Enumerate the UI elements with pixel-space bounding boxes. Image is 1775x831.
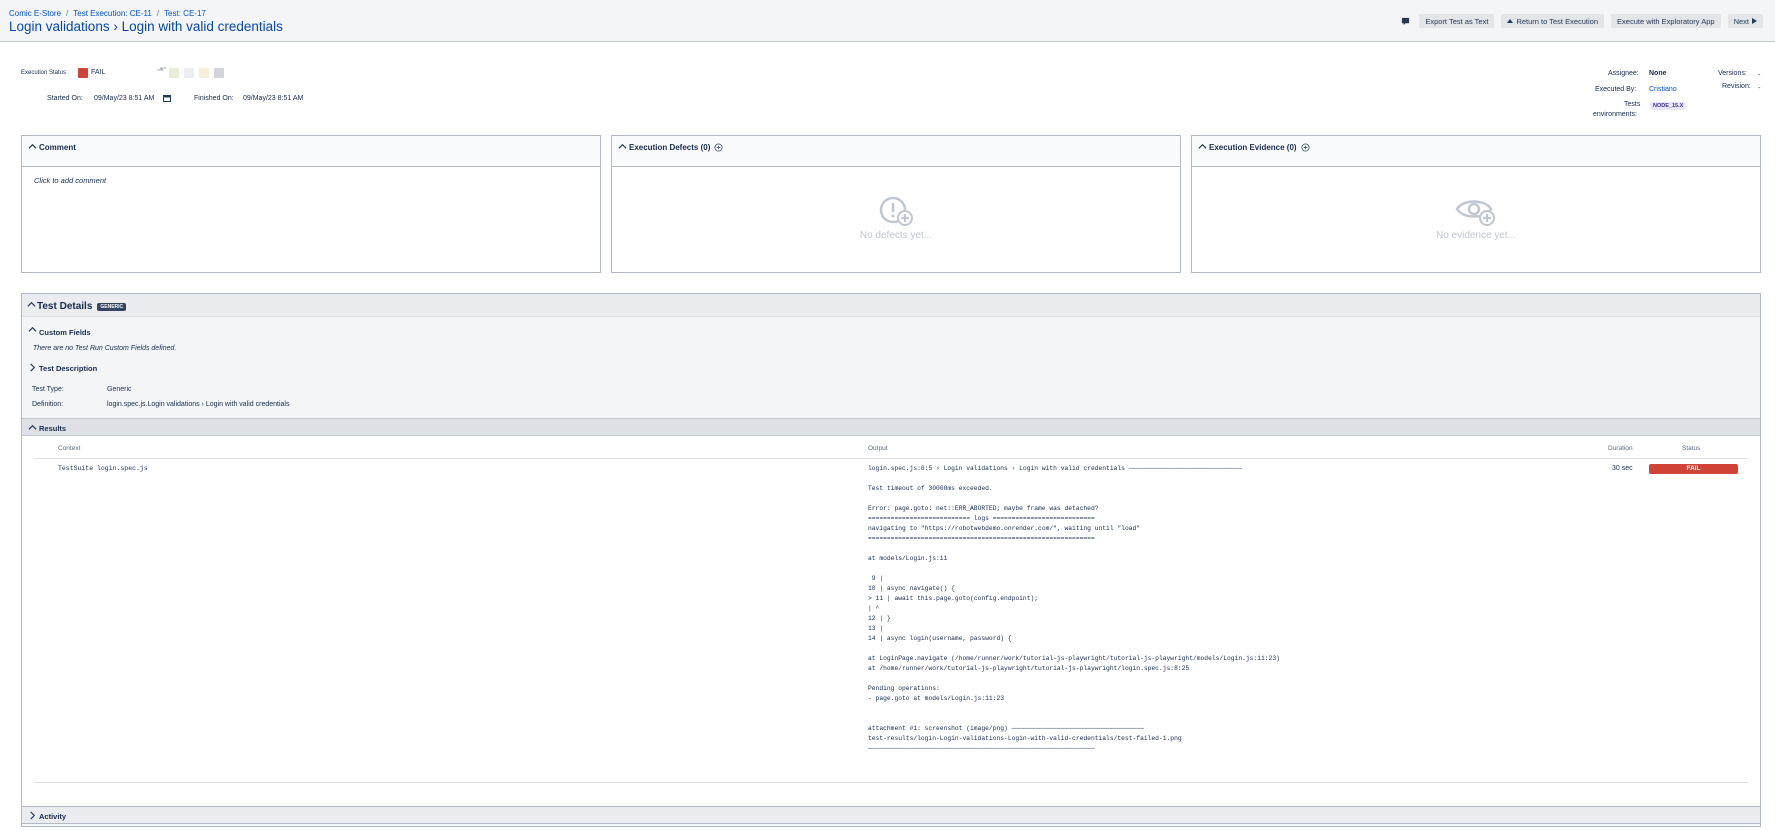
- comment-placeholder[interactable]: Click to add comment: [34, 176, 106, 185]
- chevron-up-icon[interactable]: [27, 300, 36, 309]
- breadcrumb-project[interactable]: Comic E-Store: [9, 9, 61, 18]
- status-option-passed[interactable]: [169, 68, 179, 78]
- evidence-empty-state: No evidence yet...: [1192, 196, 1760, 241]
- next-label: Next: [1733, 16, 1749, 26]
- assignee-label: Assignee:: [1608, 70, 1639, 77]
- status-color-swatch[interactable]: [78, 68, 88, 78]
- status-option-aborted[interactable]: [214, 68, 224, 78]
- test-details-title: Test Details: [37, 301, 93, 312]
- next-button[interactable]: Next: [1727, 14, 1763, 28]
- comment-panel-header[interactable]: Comment: [22, 136, 600, 167]
- started-on-value[interactable]: 09/May/23 8:51 AM: [94, 95, 154, 102]
- column-header-duration[interactable]: Duration: [1608, 445, 1633, 452]
- export-text-button[interactable]: Export Test as Text: [1419, 14, 1495, 28]
- chevron-up-icon[interactable]: [1198, 142, 1207, 151]
- row-output: login.spec.js:6:5 › Login validations › …: [868, 465, 1280, 752]
- executed-by-label: Executed By:: [1595, 86, 1637, 93]
- feedback-icon[interactable]: [1398, 14, 1412, 28]
- calendar-icon[interactable]: [163, 94, 171, 104]
- table-footer-divider: [34, 782, 1748, 783]
- tests-environments-label: Tests: [1624, 101, 1641, 108]
- column-header-status[interactable]: Status: [1682, 445, 1700, 452]
- add-circle-icon[interactable]: [714, 143, 723, 152]
- results-title: Results: [39, 424, 67, 433]
- table-header-divider: [34, 458, 1748, 459]
- execution-defects-panel: Execution Defects (0) No defects yet...: [611, 135, 1181, 273]
- page-header: Comic E-Store / Test Execution: CE-11 / …: [0, 0, 1775, 42]
- revision-value: -: [1758, 83, 1761, 92]
- defects-empty-state: No defects yet...: [612, 196, 1180, 241]
- definition-label: Definition:: [32, 401, 64, 408]
- execution-status-value[interactable]: FAIL: [91, 69, 105, 76]
- breadcrumb-separator: /: [156, 9, 160, 18]
- evidence-panel-header[interactable]: Execution Evidence (0): [1192, 136, 1760, 167]
- breadcrumb-separator: /: [66, 9, 69, 18]
- definition-value: login.spec.js.Login validations › Login …: [107, 401, 290, 408]
- status-option-executing[interactable]: [199, 68, 209, 78]
- defect-empty-icon: [879, 196, 913, 226]
- row-duration: 30 sec: [1612, 465, 1633, 472]
- defects-title: Execution Defects (0): [629, 143, 711, 152]
- defects-panel-header[interactable]: Execution Defects (0): [612, 136, 1180, 167]
- page-title: Login validations › Login with valid cre…: [9, 19, 283, 34]
- revision-label: Revision:: [1722, 83, 1751, 90]
- finished-on-value: 09/May/23 8:51 AM: [243, 95, 304, 102]
- column-header-context[interactable]: Context: [58, 445, 80, 452]
- versions-value: -: [1758, 70, 1761, 79]
- toolbar: Export Test as Text Return to Test Execu…: [1398, 14, 1763, 28]
- test-details-section: Test Details GENERIC Custom Fields There…: [21, 293, 1761, 827]
- eye-empty-icon: [1455, 200, 1495, 226]
- breadcrumb-execution[interactable]: Test Execution: CE-11: [73, 9, 152, 18]
- return-to-execution-label: Return to Test Execution: [1516, 16, 1599, 26]
- column-header-output[interactable]: Output: [868, 445, 888, 452]
- custom-fields-title[interactable]: Custom Fields: [39, 328, 91, 337]
- chevron-up-icon[interactable]: [618, 142, 627, 151]
- results-table: Context Output Duration Status TestSuite…: [22, 436, 1760, 810]
- custom-fields-note: There are no Test Run Custom Fields defi…: [33, 345, 177, 352]
- activity-title: Activity: [39, 812, 67, 821]
- test-type-value: Generic: [107, 386, 132, 393]
- versions-label: Versions:: [1718, 70, 1747, 77]
- chevron-right-icon[interactable]: [28, 363, 37, 372]
- row-status-badge[interactable]: FAIL: [1649, 464, 1738, 474]
- defects-empty-text: No defects yet...: [859, 230, 933, 241]
- test-type-badge: GENERIC: [97, 302, 127, 311]
- test-details-header[interactable]: Test Details GENERIC: [22, 294, 1760, 317]
- status-option-todo[interactable]: [184, 68, 194, 78]
- chevron-up-icon[interactable]: [28, 325, 37, 334]
- return-to-execution-button[interactable]: Return to Test Execution: [1501, 14, 1605, 28]
- breadcrumb: Comic E-Store / Test Execution: CE-11 / …: [9, 9, 206, 18]
- chevron-up-icon[interactable]: [28, 423, 37, 432]
- transition-icon[interactable]: [157, 66, 166, 74]
- chevron-right-icon[interactable]: [28, 811, 37, 820]
- export-text-label: Export Test as Text: [1425, 16, 1489, 26]
- comment-title: Comment: [39, 143, 76, 152]
- chevron-up-icon[interactable]: [28, 142, 37, 151]
- finished-on-label: Finished On:: [194, 95, 234, 102]
- evidence-title: Execution Evidence (0): [1209, 143, 1297, 152]
- evidence-empty-text: No evidence yet...: [1435, 230, 1517, 241]
- test-description-title[interactable]: Test Description: [39, 364, 97, 373]
- assignee-value[interactable]: None: [1649, 70, 1667, 77]
- test-type-label: Test Type:: [32, 386, 64, 393]
- breadcrumb-test[interactable]: Test: CE-17: [164, 9, 206, 18]
- comment-panel: Comment Click to add comment: [21, 135, 601, 273]
- add-circle-icon[interactable]: [1301, 143, 1310, 152]
- results-header[interactable]: Results: [22, 418, 1760, 436]
- started-on-label: Started On:: [47, 95, 83, 102]
- execution-status-label: Execution Status: [21, 70, 67, 76]
- caret-right-icon: [1752, 17, 1757, 26]
- executed-by-value[interactable]: Cristiano: [1649, 86, 1677, 93]
- caret-up-icon: [1507, 17, 1514, 26]
- row-context: TestSuite login.spec.js: [58, 465, 148, 472]
- environment-badge[interactable]: NODE_15.X: [1650, 102, 1687, 110]
- exploratory-app-label: Execute with Exploratory App: [1617, 16, 1715, 26]
- tests-environments-label: environments:: [1593, 111, 1637, 118]
- execution-evidence-panel: Execution Evidence (0) No evidence yet..…: [1191, 135, 1761, 273]
- exploratory-app-button[interactable]: Execute with Exploratory App: [1611, 14, 1721, 28]
- activity-section-header[interactable]: Activity: [21, 806, 1761, 824]
